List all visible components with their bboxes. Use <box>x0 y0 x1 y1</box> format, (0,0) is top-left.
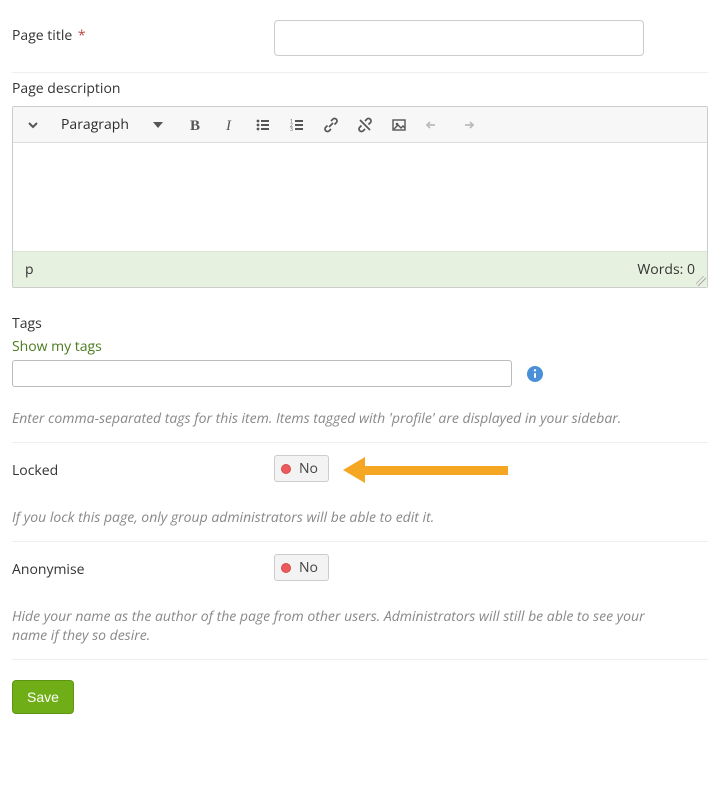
italic-icon[interactable]: I <box>213 111 245 139</box>
save-button[interactable]: Save <box>12 680 74 714</box>
tags-help-text: Enter comma-separated tags for this item… <box>12 409 708 428</box>
section-divider <box>12 72 708 73</box>
toggle-off-indicator-icon <box>281 464 291 474</box>
show-my-tags-link[interactable]: Show my tags <box>12 337 102 356</box>
anonymise-label: Anonymise <box>12 554 274 579</box>
undo-icon[interactable] <box>417 111 449 139</box>
toggle-off-indicator-icon <box>281 563 291 573</box>
tags-label: Tags <box>12 314 708 333</box>
info-icon[interactable] <box>526 365 544 383</box>
redo-icon[interactable] <box>451 111 483 139</box>
tags-input[interactable] <box>12 360 512 387</box>
svg-text:3: 3 <box>290 127 293 133</box>
section-divider <box>12 442 708 443</box>
bold-icon[interactable]: B <box>179 111 211 139</box>
toolbar-expand-icon[interactable] <box>17 111 49 139</box>
page-title-label: Page title <box>12 26 72 45</box>
chevron-down-icon <box>153 122 163 128</box>
svg-text:B: B <box>190 118 200 133</box>
anonymise-help-text: Hide your name as the author of the page… <box>12 607 652 645</box>
callout-arrow-icon <box>343 457 508 481</box>
editor-toolbar: Paragraph B I 123 <box>13 107 707 143</box>
page-title-input[interactable] <box>274 20 644 56</box>
bullet-list-icon[interactable] <box>247 111 279 139</box>
locked-toggle-label: No <box>299 459 318 478</box>
editor-word-count: Words: 0 <box>637 260 695 279</box>
image-icon[interactable] <box>383 111 415 139</box>
section-divider <box>12 541 708 542</box>
description-textarea[interactable] <box>13 143 707 251</box>
format-dropdown-label: Paragraph <box>61 115 129 134</box>
link-icon[interactable] <box>315 111 347 139</box>
section-divider <box>12 659 708 660</box>
anonymise-toggle[interactable]: No <box>274 554 329 581</box>
format-dropdown[interactable]: Paragraph <box>53 111 171 139</box>
unlink-icon[interactable] <box>349 111 381 139</box>
editor-status-bar: p Words: 0 <box>13 251 707 287</box>
locked-label: Locked <box>12 455 274 480</box>
locked-toggle[interactable]: No <box>274 455 329 482</box>
rich-text-editor: Paragraph B I 123 <box>12 106 708 288</box>
locked-help-text: If you lock this page, only group admini… <box>12 508 708 527</box>
anonymise-toggle-label: No <box>299 558 318 577</box>
numbered-list-icon[interactable]: 123 <box>281 111 313 139</box>
page-description-label: Page description <box>12 75 708 98</box>
resize-handle-icon[interactable] <box>696 276 706 286</box>
editor-path-display: p <box>25 260 34 279</box>
required-indicator: * <box>78 26 86 45</box>
svg-text:I: I <box>225 118 232 133</box>
